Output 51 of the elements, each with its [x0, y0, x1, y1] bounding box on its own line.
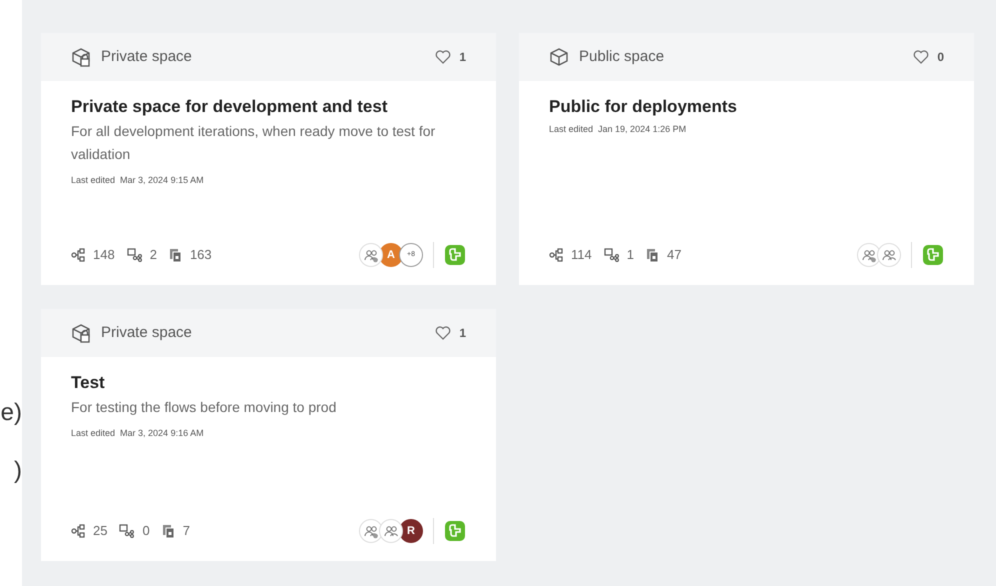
admin-group-avatar — [359, 243, 383, 267]
admin-group-avatar — [857, 243, 881, 267]
stat-count: 2 — [150, 246, 157, 264]
subflow-icon — [604, 248, 619, 262]
documents-icon — [646, 248, 659, 262]
flow-icon — [71, 524, 85, 538]
stat-count: 1 — [626, 246, 634, 264]
like-count: 0 — [937, 49, 944, 66]
subflow-icon — [119, 524, 134, 538]
group-avatar — [877, 243, 901, 267]
space-type-label: Private space — [101, 46, 192, 67]
flow-icon — [549, 248, 563, 262]
last-edited-text: Last edited Mar 3, 2024 9:15 AM — [71, 174, 205, 187]
last-edited-text: Last edited Jan 19, 2024 1:26 PM — [549, 123, 688, 136]
documents-icon — [162, 524, 175, 538]
cut-off-text: ) — [14, 456, 22, 486]
documents-icon — [168, 248, 182, 262]
app-logo-icon — [444, 520, 466, 542]
space-card[interactable]: Private space 1 Test For testing the flows before moving to prod Last edited Mar 3, 2024 9:16 AM 25 0 7 R — [41, 309, 496, 561]
like-count: 1 — [459, 325, 466, 342]
card-title: Private space for development and test — [71, 96, 388, 118]
cut-off-text: e) — [0, 398, 22, 428]
card-description: For testing the flows before moving to prod — [71, 398, 338, 417]
stat-count: 47 — [666, 246, 682, 264]
stat-count: 163 — [190, 246, 212, 264]
card-title: Test — [71, 372, 106, 394]
stat-count: 0 — [142, 522, 150, 540]
locked-cube-icon — [71, 323, 91, 343]
heart-icon[interactable] — [435, 50, 452, 64]
stat-count: 25 — [93, 522, 108, 540]
card-title: Public for deployments — [549, 96, 738, 118]
app-logo-icon — [922, 244, 944, 266]
cube-icon — [549, 47, 569, 67]
stat-count: 7 — [182, 522, 190, 540]
heart-icon[interactable] — [913, 50, 930, 64]
group-avatar — [379, 519, 403, 543]
heart-icon[interactable] — [435, 326, 452, 340]
app-logo-icon — [444, 244, 466, 266]
user-avatar: R — [399, 519, 423, 543]
stat-count: 114 — [571, 246, 592, 264]
admin-group-avatar — [359, 519, 383, 543]
locked-cube-icon — [71, 47, 91, 67]
space-card[interactable]: Public space 0 Public for deployments Last edited Jan 19, 2024 1:26 PM 114 1 47 — [519, 33, 974, 285]
subflow-icon — [126, 248, 142, 262]
stat-count: 148 — [93, 246, 115, 264]
flow-icon — [71, 248, 85, 262]
last-edited-text: Last edited Mar 3, 2024 9:16 AM — [71, 427, 205, 440]
space-type-label: Private space — [101, 322, 192, 343]
space-type-label: Public space — [579, 46, 664, 67]
card-description: For all development iterations, when ready move to test for validation — [71, 122, 436, 164]
like-count: 1 — [459, 49, 466, 66]
